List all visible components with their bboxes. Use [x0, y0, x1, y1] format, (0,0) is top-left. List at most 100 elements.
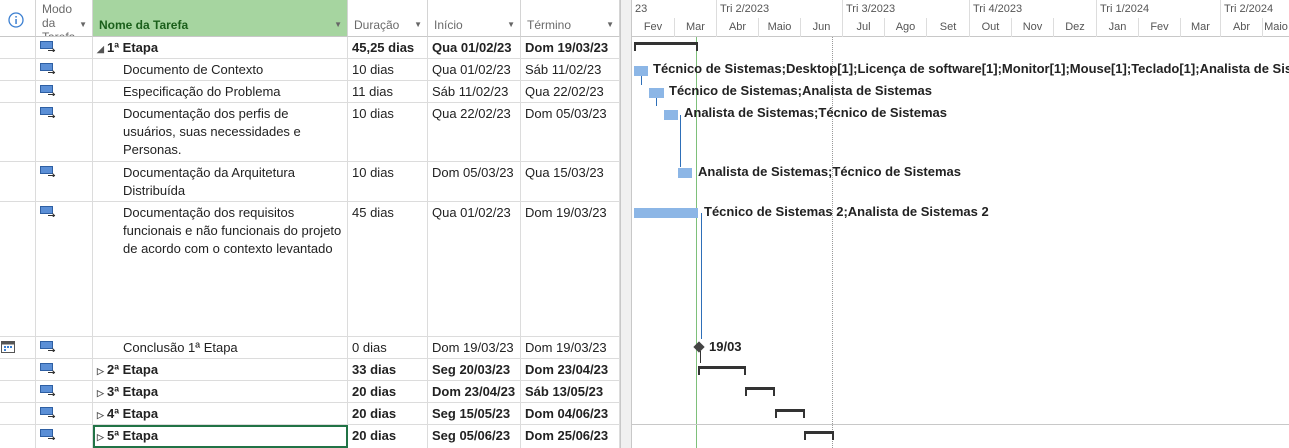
duration-cell[interactable]: 45,25 dias — [348, 37, 428, 58]
collapse-toggle-icon[interactable]: ◢ — [97, 40, 107, 58]
task-row[interactable]: Especificação do Problema 11 dias Sáb 11/0… — [0, 81, 620, 103]
start-cell[interactable]: Dom 05/03/23 — [428, 162, 521, 201]
task-bar[interactable] — [649, 88, 664, 98]
info-column-header[interactable] — [0, 0, 36, 37]
finish-cell[interactable]: Sáb 11/02/23 — [521, 59, 620, 80]
chevron-down-icon[interactable]: ▼ — [606, 20, 614, 29]
task-row[interactable]: ◢ 1ª Etapa 45,25 dias Qua 01/02/23 Dom 19/03… — [0, 37, 620, 59]
summary-bar[interactable] — [698, 366, 746, 375]
task-name-cell[interactable]: ▷ 4ª Etapa — [93, 403, 348, 424]
task-name-cell[interactable]: Conclusão 1ª Etapa — [93, 337, 348, 358]
timescale-month: Maio — [758, 18, 800, 37]
duration-cell[interactable]: 20 dias — [348, 425, 428, 448]
expand-toggle-icon[interactable]: ▷ — [97, 428, 107, 446]
mode-cell[interactable] — [36, 37, 93, 58]
task-row[interactable]: Documentação da Arquitetura Distribuída 1… — [0, 162, 620, 202]
expand-toggle-icon[interactable]: ▷ — [97, 362, 107, 380]
start-cell[interactable]: Qua 01/02/23 — [428, 37, 521, 58]
timescale-month: Dez — [1053, 18, 1096, 37]
task-name-cell[interactable]: Documentação dos perfis de usuários, sua… — [93, 103, 348, 161]
task-row[interactable]: Documentação dos perfis de usuários, sua… — [0, 103, 620, 162]
task-name-cell[interactable]: ▷ 3ª Etapa — [93, 381, 348, 402]
task-row[interactable]: Documento de Contexto 10 dias Qua 01/02/23… — [0, 59, 620, 81]
task-name: Documento de Contexto — [123, 62, 264, 77]
view-divider[interactable] — [620, 0, 632, 448]
start-cell[interactable]: Seg 20/03/23 — [428, 359, 521, 380]
finish-cell[interactable]: Dom 05/03/23 — [521, 103, 620, 161]
finish-cell[interactable]: Dom 25/06/23 — [521, 425, 620, 448]
duration-cell[interactable]: 0 dias — [348, 337, 428, 358]
finish-cell[interactable]: Dom 19/03/23 — [521, 202, 620, 336]
finish-cell[interactable]: Dom 19/03/23 — [521, 337, 620, 358]
task-bar[interactable] — [678, 168, 692, 178]
task-row[interactable]: Conclusão 1ª Etapa 0 dias Dom 19/03/23 Dom … — [0, 337, 620, 359]
start-cell[interactable]: Seg 05/06/23 — [428, 425, 521, 448]
task-row[interactable]: ▷ 5ª Etapa 20 dias Seg 05/06/23 Dom 25/06/23 — [0, 425, 620, 448]
expand-toggle-icon[interactable]: ▷ — [97, 384, 107, 402]
mode-cell[interactable] — [36, 162, 93, 201]
start-cell[interactable]: Sáb 11/02/23 — [428, 81, 521, 102]
task-row[interactable]: ▷ 4ª Etapa 20 dias Seg 15/05/23 Dom 04/06/23 — [0, 403, 620, 425]
task-row[interactable]: ▷ 2ª Etapa 33 dias Seg 20/03/23 Dom 23/04/23 — [0, 359, 620, 381]
duration-cell[interactable]: 20 dias — [348, 381, 428, 402]
mode-cell[interactable] — [36, 59, 93, 80]
duration-cell[interactable]: 10 dias — [348, 103, 428, 161]
summary-bar[interactable] — [745, 387, 775, 396]
finish-cell[interactable]: Qua 15/03/23 — [521, 162, 620, 201]
finish-cell[interactable]: Qua 22/02/23 — [521, 81, 620, 102]
task-name-cell[interactable]: ▷ 5ª Etapa — [93, 425, 348, 448]
task-name-cell[interactable]: Especificação do Problema — [93, 81, 348, 102]
name-column-header[interactable]: Nome da Tarefa ▼ — [93, 0, 348, 37]
start-cell[interactable]: Qua 22/02/23 — [428, 103, 521, 161]
mode-cell[interactable] — [36, 381, 93, 402]
resource-label: Técnico de Sistemas;Desktop[1];Licença d… — [653, 61, 1289, 76]
finish-cell[interactable]: Dom 04/06/23 — [521, 403, 620, 424]
duration-cell[interactable]: 10 dias — [348, 162, 428, 201]
finish-cell[interactable]: Sáb 13/05/23 — [521, 381, 620, 402]
summary-bar[interactable] — [804, 431, 834, 440]
finish-cell[interactable]: Dom 19/03/23 — [521, 37, 620, 58]
finish-column-header[interactable]: Término ▼ — [521, 0, 620, 37]
task-name-cell[interactable]: Documentação da Arquitetura Distribuída — [93, 162, 348, 201]
task-name-cell[interactable]: ▷ 2ª Etapa — [93, 359, 348, 380]
start-cell[interactable]: Dom 19/03/23 — [428, 337, 521, 358]
duration-column-header[interactable]: Duração ▼ — [348, 0, 428, 37]
start-column-header[interactable]: Início ▼ — [428, 0, 521, 37]
mode-cell[interactable] — [36, 103, 93, 161]
mode-cell[interactable] — [36, 81, 93, 102]
mode-cell[interactable] — [36, 359, 93, 380]
start-cell[interactable]: Qua 01/02/23 — [428, 59, 521, 80]
indicator-cell — [0, 162, 36, 201]
task-row[interactable]: Documentação dos requisitos funcionais e… — [0, 202, 620, 337]
chevron-down-icon[interactable]: ▼ — [507, 20, 515, 29]
start-column-label: Início — [434, 18, 463, 32]
task-name-cell[interactable]: Documentação dos requisitos funcionais e… — [93, 202, 348, 336]
task-bar[interactable] — [634, 66, 648, 76]
expand-toggle-icon[interactable]: ▷ — [97, 406, 107, 424]
duration-cell[interactable]: 11 dias — [348, 81, 428, 102]
task-name-cell[interactable]: ◢ 1ª Etapa — [93, 37, 348, 58]
mode-column-header[interactable]: Modo da Tarefa ▼ — [36, 0, 93, 37]
duration-cell[interactable]: 20 dias — [348, 403, 428, 424]
summary-bar[interactable] — [634, 42, 698, 51]
mode-cell[interactable] — [36, 337, 93, 358]
chevron-down-icon[interactable]: ▼ — [414, 20, 422, 29]
duration-cell[interactable]: 10 dias — [348, 59, 428, 80]
duration-cell[interactable]: 45 dias — [348, 202, 428, 336]
mode-cell[interactable] — [36, 425, 93, 448]
mode-cell[interactable] — [36, 403, 93, 424]
start-cell[interactable]: Dom 23/04/23 — [428, 381, 521, 402]
chevron-down-icon[interactable]: ▼ — [334, 20, 342, 29]
finish-cell[interactable]: Dom 23/04/23 — [521, 359, 620, 380]
task-name-cell[interactable]: Documento de Contexto — [93, 59, 348, 80]
gantt-chart: 23 Tri 2/2023 Tri 3/2023 Tri 4/2023 Tri … — [632, 0, 1289, 448]
chevron-down-icon[interactable]: ▼ — [79, 20, 87, 29]
start-cell[interactable]: Qua 01/02/23 — [428, 202, 521, 336]
start-cell[interactable]: Seg 15/05/23 — [428, 403, 521, 424]
summary-bar[interactable] — [775, 409, 805, 418]
mode-cell[interactable] — [36, 202, 93, 336]
task-row[interactable]: ▷ 3ª Etapa 20 dias Dom 23/04/23 Sáb 13/05/23 — [0, 381, 620, 403]
duration-cell[interactable]: 33 dias — [348, 359, 428, 380]
task-bar[interactable] — [634, 208, 698, 218]
task-bar[interactable] — [664, 110, 678, 120]
